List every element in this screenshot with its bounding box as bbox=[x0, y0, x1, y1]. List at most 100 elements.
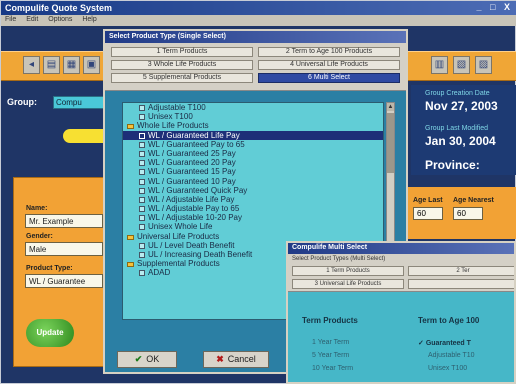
term-to-100-heading: Term to Age 100 bbox=[418, 316, 480, 325]
multi-tab-term-100[interactable]: 2 Ter bbox=[408, 266, 514, 276]
toolbar-open-icon[interactable]: ▣ bbox=[83, 56, 100, 74]
age-last-label: Age Last bbox=[413, 197, 443, 204]
list-item[interactable]: WL / Adjustable Pay to 65 bbox=[123, 204, 383, 213]
multi-tab-term[interactable]: 1 Term Products bbox=[292, 266, 404, 276]
checkbox-icon bbox=[139, 105, 145, 111]
list-item-label: WL / Guaranteed Quick Pay bbox=[148, 185, 248, 195]
menu-help[interactable]: Help bbox=[82, 16, 96, 23]
list-item[interactable]: WL / Guaranteed 15 Pay bbox=[123, 167, 383, 176]
multi-item[interactable]: 1 Year Term bbox=[312, 339, 349, 346]
list-item-label: WL / Guaranteed 15 Pay bbox=[148, 167, 236, 177]
main-title-bar: Compulife Quote System _ □ X bbox=[1, 1, 516, 15]
list-item-label: UL / Level Death Benefit bbox=[148, 240, 235, 250]
tab-term-to-100[interactable]: 2 Term to Age 100 Products bbox=[258, 47, 400, 57]
cancel-button[interactable]: ✖ Cancel bbox=[203, 351, 269, 368]
list-item[interactable]: Unisex Whole Life bbox=[123, 222, 383, 231]
list-category[interactable]: Universal Life Products bbox=[123, 232, 383, 241]
modified-date: Jan 30, 2004 bbox=[425, 134, 496, 148]
checkbox-icon bbox=[139, 215, 145, 222]
name-field[interactable]: Mr. Example bbox=[25, 214, 103, 228]
checkbox-icon bbox=[139, 270, 145, 277]
toolbar-notes-icon[interactable]: ▧ bbox=[453, 56, 470, 74]
creation-date: Nov 27, 2003 bbox=[425, 99, 498, 113]
scroll-up-icon[interactable]: ▲ bbox=[387, 103, 394, 111]
list-item[interactable]: WL / Guaranteed 25 Pay bbox=[123, 149, 383, 158]
checkbox-icon bbox=[139, 169, 145, 176]
checkbox-icon bbox=[139, 132, 145, 139]
multi-item[interactable]: 10 Year Term bbox=[312, 365, 353, 372]
toolbar-save-icon[interactable]: ▦ bbox=[63, 56, 80, 74]
list-item-label: WL / Adjustable Life Pay bbox=[148, 194, 235, 204]
menu-options[interactable]: Options bbox=[48, 16, 72, 23]
multi-item-label: Guaranteed T bbox=[425, 340, 471, 347]
list-item-label: WL / Adjustable Pay to 65 bbox=[148, 204, 240, 214]
toolbar-back-icon[interactable]: ◂ bbox=[23, 56, 40, 74]
age-nearest-field[interactable]: 60 bbox=[453, 207, 483, 220]
checkmark-icon: ✓ bbox=[418, 340, 426, 347]
folder-icon bbox=[127, 262, 134, 268]
list-item-label: WL / Guaranteed 25 Pay bbox=[148, 148, 236, 158]
multi-item[interactable]: 5 Year Term bbox=[312, 352, 349, 359]
list-item-label: WL / Guaranteed Life Pay bbox=[148, 130, 240, 140]
menu-file[interactable]: File bbox=[5, 16, 16, 23]
tab-universal-life[interactable]: 4 Universal Life Products bbox=[258, 60, 400, 70]
toolbar-help-icon[interactable]: ▨ bbox=[475, 56, 492, 74]
group-value: Compu bbox=[56, 98, 82, 107]
list-item[interactable]: Unisex T100 bbox=[123, 112, 383, 121]
window-controls[interactable]: _ □ X bbox=[477, 2, 513, 12]
list-item[interactable]: WL / Guaranteed Pay to 65 bbox=[123, 140, 383, 149]
list-item-label: Supplemental Products bbox=[137, 259, 220, 269]
tab-multi-select[interactable]: 6 Multi Select bbox=[258, 73, 400, 83]
checkbox-icon bbox=[139, 252, 145, 258]
close-icon: ✖ bbox=[216, 354, 224, 364]
multi-item[interactable]: Unisex T100 bbox=[428, 365, 467, 372]
checkbox-icon bbox=[139, 114, 145, 121]
list-item-label: UL / Increasing Death Benefit bbox=[148, 250, 253, 259]
multi-dialog-title: Compulife Multi Select bbox=[288, 243, 514, 254]
checkbox-icon bbox=[139, 206, 145, 213]
creation-label: Group Creation Date bbox=[425, 90, 490, 97]
list-item[interactable]: Adjustable T100 bbox=[123, 103, 383, 112]
list-item-selected[interactable]: WL / Guaranteed Life Pay bbox=[123, 130, 383, 140]
folder-icon bbox=[127, 234, 134, 240]
list-item-label: Adjustable T100 bbox=[148, 103, 206, 112]
list-item[interactable]: WL / Guaranteed Quick Pay bbox=[123, 186, 383, 195]
update-button[interactable]: Update bbox=[26, 319, 74, 347]
multi-tab-blank[interactable] bbox=[408, 279, 514, 289]
scroll-thumb[interactable] bbox=[387, 113, 394, 173]
multi-tab-universal[interactable]: 3 Universal Life Products bbox=[292, 279, 404, 289]
menu-edit[interactable]: Edit bbox=[26, 16, 38, 23]
checkbox-icon bbox=[139, 150, 145, 157]
list-item[interactable]: WL / Guaranteed 20 Pay bbox=[123, 158, 383, 167]
folder-icon bbox=[127, 124, 134, 130]
list-item-label: Whole Life Products bbox=[137, 121, 209, 131]
product-type-field[interactable]: WL / Guarantee bbox=[25, 274, 103, 288]
term-products-heading: Term Products bbox=[302, 316, 358, 325]
tab-term-products[interactable]: 1 Term Products bbox=[111, 47, 253, 57]
list-item[interactable]: WL / Guaranteed 10 Pay bbox=[123, 177, 383, 186]
age-nearest-label: Age Nearest bbox=[453, 197, 494, 204]
tab-whole-life[interactable]: 3 Whole Life Products bbox=[111, 60, 253, 70]
list-item-label: ADAD bbox=[148, 268, 171, 278]
list-item-label: WL / Guaranteed 20 Pay bbox=[148, 158, 236, 168]
toolbar-print-icon[interactable]: ▤ bbox=[43, 56, 60, 74]
toolbar-tools-icon[interactable]: ▥ bbox=[431, 56, 448, 74]
gender-field[interactable]: Male bbox=[25, 242, 103, 256]
checkbox-icon bbox=[139, 141, 145, 148]
tab-supplemental[interactable]: 5 Supplemental Products bbox=[111, 73, 253, 83]
check-icon: ✔ bbox=[134, 354, 143, 364]
modified-label: Group Last Modified bbox=[425, 125, 489, 132]
list-item-label: WL / Adjustable 10-20 Pay bbox=[148, 213, 242, 223]
list-item[interactable]: WL / Adjustable Life Pay bbox=[123, 195, 383, 204]
multi-select-dialog: Compulife Multi Select Select Product Ty… bbox=[286, 241, 516, 384]
list-item-label: Unisex T100 bbox=[148, 112, 193, 122]
group-label: Group: bbox=[7, 97, 37, 107]
list-category[interactable]: Whole Life Products bbox=[123, 121, 383, 130]
multi-item-selected[interactable]: ✓ Guaranteed T bbox=[418, 339, 471, 347]
multi-item[interactable]: Adjustable T10 bbox=[428, 352, 475, 359]
list-item-label: WL / Guaranteed Pay to 65 bbox=[148, 139, 245, 149]
ok-button[interactable]: ✔ OK bbox=[117, 351, 177, 368]
list-item[interactable]: WL / Adjustable 10-20 Pay bbox=[123, 213, 383, 222]
province-label: Province: bbox=[425, 158, 480, 172]
age-last-field[interactable]: 60 bbox=[413, 207, 443, 220]
